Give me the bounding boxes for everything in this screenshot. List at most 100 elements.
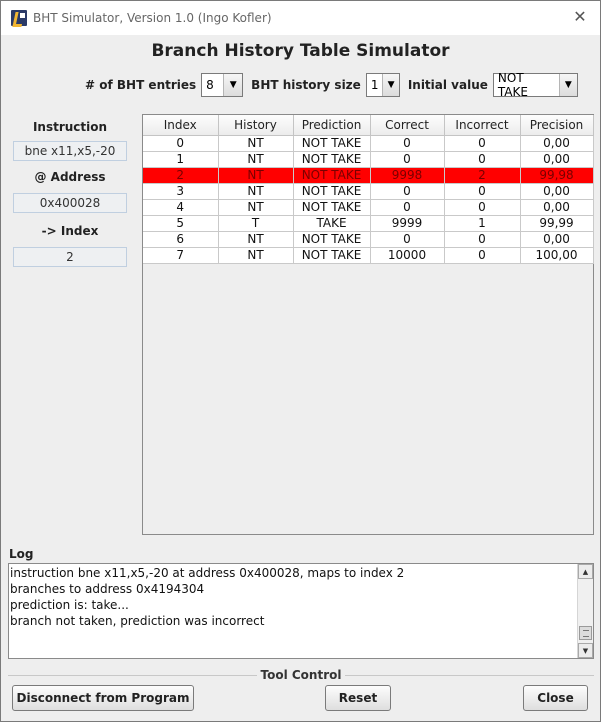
log-scrollbar[interactable]: ▲ ▼ xyxy=(577,564,593,658)
cell-history[interactable]: T xyxy=(218,215,294,232)
table-row[interactable]: 1 NT NOT TAKE 0 0 0,00 xyxy=(143,151,594,168)
window-title: BHT Simulator, Version 1.0 (Ingo Kofler) xyxy=(33,11,272,25)
chevron-down-icon[interactable]: ▼ xyxy=(558,74,577,96)
cell-prediction[interactable]: NOT TAKE xyxy=(293,199,371,216)
cell-correct[interactable]: 0 xyxy=(370,183,445,200)
bht-history-value: 1 xyxy=(370,78,379,92)
cell-correct[interactable]: 9999 xyxy=(370,215,445,232)
cell-incorrect[interactable]: 0 xyxy=(444,199,521,216)
bht-entries-select[interactable]: 8 ▼ xyxy=(201,73,244,97)
cell-index[interactable]: 3 xyxy=(143,183,219,200)
cell-incorrect[interactable]: 2 xyxy=(444,167,521,184)
cell-correct[interactable]: 9998 xyxy=(370,167,445,184)
cell-incorrect[interactable]: 0 xyxy=(444,247,521,264)
log-line: prediction is: take... xyxy=(10,598,129,612)
bht-history-select[interactable]: 1 ▼ xyxy=(365,73,400,97)
bht-app-icon xyxy=(11,10,27,26)
cell-precision[interactable]: 99,99 xyxy=(520,215,594,232)
cell-history[interactable]: NT xyxy=(218,135,294,152)
cell-incorrect[interactable]: 1 xyxy=(444,215,521,232)
cell-prediction[interactable]: NOT TAKE xyxy=(293,183,371,200)
instruction-panel: Instruction bne x11,x5,-20 @ Address 0x4… xyxy=(13,119,127,267)
initial-value-label: Initial value xyxy=(407,78,488,92)
scrollbar-thumb[interactable] xyxy=(579,626,592,640)
cell-prediction[interactable]: NOT TAKE xyxy=(293,247,371,264)
cell-history[interactable]: NT xyxy=(218,199,294,216)
reset-button[interactable]: Reset xyxy=(325,685,391,711)
scroll-down-icon[interactable]: ▼ xyxy=(578,643,593,658)
log-label: Log xyxy=(9,547,34,561)
table-row[interactable]: 0 NT NOT TAKE 0 0 0,00 xyxy=(143,135,594,152)
table-row[interactable]: 6 NT NOT TAKE 0 0 0,00 xyxy=(143,231,594,248)
cell-prediction[interactable]: NOT TAKE xyxy=(293,231,371,248)
chevron-down-icon[interactable]: ▼ xyxy=(382,74,399,96)
table-header-row: Index History Prediction Correct Incorre… xyxy=(143,115,594,136)
cell-correct[interactable]: 0 xyxy=(370,231,445,248)
cell-history[interactable]: NT xyxy=(218,151,294,168)
cell-history[interactable]: NT xyxy=(218,231,294,248)
cell-index[interactable]: 2 xyxy=(143,167,219,184)
instruction-label: Instruction xyxy=(32,120,108,134)
index-field: 2 xyxy=(13,247,127,267)
index-label: -> Index xyxy=(41,224,99,238)
cell-precision[interactable]: 100,00 xyxy=(520,247,594,264)
bht-history-label: BHT history size xyxy=(251,78,361,92)
cell-incorrect[interactable]: 0 xyxy=(444,135,521,152)
cell-correct[interactable]: 0 xyxy=(370,199,445,216)
column-header-prediction[interactable]: Prediction xyxy=(293,115,371,136)
cell-precision[interactable]: 0,00 xyxy=(520,199,594,216)
cell-precision[interactable]: 99,98 xyxy=(520,167,594,184)
cell-precision[interactable]: 0,00 xyxy=(520,151,594,168)
table-row[interactable]: 4 NT NOT TAKE 0 0 0,00 xyxy=(143,199,594,216)
cell-correct[interactable]: 10000 xyxy=(370,247,445,264)
scroll-up-icon[interactable]: ▲ xyxy=(578,564,593,579)
cell-index[interactable]: 1 xyxy=(143,151,219,168)
cell-history[interactable]: NT xyxy=(218,247,294,264)
cell-precision[interactable]: 0,00 xyxy=(520,135,594,152)
page-title: Branch History Table Simulator xyxy=(151,41,450,61)
log-text[interactable]: instruction bne x11,x5,-20 at address 0x… xyxy=(10,565,578,629)
cell-index[interactable]: 4 xyxy=(143,199,219,216)
cell-history[interactable]: NT xyxy=(218,183,294,200)
initial-value-value: NOT TAKE xyxy=(497,71,528,99)
close-button[interactable]: Close xyxy=(523,685,588,711)
cell-correct[interactable]: 0 xyxy=(370,135,445,152)
column-header-incorrect[interactable]: Incorrect xyxy=(444,115,521,136)
column-header-index[interactable]: Index xyxy=(143,115,219,136)
bht-entries-value: 8 xyxy=(206,78,214,92)
table-row[interactable]: 3 NT NOT TAKE 0 0 0,00 xyxy=(143,183,594,200)
cell-incorrect[interactable]: 0 xyxy=(444,183,521,200)
table-row[interactable]: 5 T TAKE 9999 1 99,99 xyxy=(143,215,594,232)
cell-index[interactable]: 5 xyxy=(143,215,219,232)
cell-history[interactable]: NT xyxy=(218,167,294,184)
cell-precision[interactable]: 0,00 xyxy=(520,183,594,200)
column-header-correct[interactable]: Correct xyxy=(370,115,445,136)
cell-incorrect[interactable]: 0 xyxy=(444,151,521,168)
disconnect-button[interactable]: Disconnect from Program xyxy=(12,685,194,711)
bht-entries-label: # of BHT entries xyxy=(85,78,197,92)
cell-index[interactable]: 6 xyxy=(143,231,219,248)
cell-correct[interactable]: 0 xyxy=(370,151,445,168)
cell-index[interactable]: 7 xyxy=(143,247,219,264)
tool-control-label: Tool Control xyxy=(256,668,346,682)
cell-incorrect[interactable]: 0 xyxy=(444,231,521,248)
title-bar: BHT Simulator, Version 1.0 (Ingo Kofler)… xyxy=(1,1,600,35)
table-row[interactable]: 7 NT NOT TAKE 10000 0 100,00 xyxy=(143,247,594,264)
column-header-history[interactable]: History xyxy=(218,115,294,136)
log-area[interactable]: instruction bne x11,x5,-20 at address 0x… xyxy=(8,563,594,659)
cell-prediction[interactable]: NOT TAKE xyxy=(293,135,371,152)
bht-simulator-window: BHT Simulator, Version 1.0 (Ingo Kofler)… xyxy=(0,0,601,722)
bht-table[interactable]: Index History Prediction Correct Incorre… xyxy=(142,114,594,535)
initial-value-select[interactable]: NOT TAKE ▼ xyxy=(492,71,578,99)
cell-index[interactable]: 0 xyxy=(143,135,219,152)
log-line: instruction bne x11,x5,-20 at address 0x… xyxy=(10,566,405,580)
close-icon[interactable]: ✕ xyxy=(572,9,588,25)
cell-prediction[interactable]: TAKE xyxy=(293,215,371,232)
cell-prediction[interactable]: NOT TAKE xyxy=(293,167,371,184)
address-label: @ Address xyxy=(34,170,106,184)
chevron-down-icon[interactable]: ▼ xyxy=(223,74,243,96)
column-header-precision[interactable]: Precision xyxy=(520,115,594,136)
cell-precision[interactable]: 0,00 xyxy=(520,231,594,248)
cell-prediction[interactable]: NOT TAKE xyxy=(293,151,371,168)
table-row[interactable]: 2 NT NOT TAKE 9998 2 99,98 xyxy=(143,167,594,184)
